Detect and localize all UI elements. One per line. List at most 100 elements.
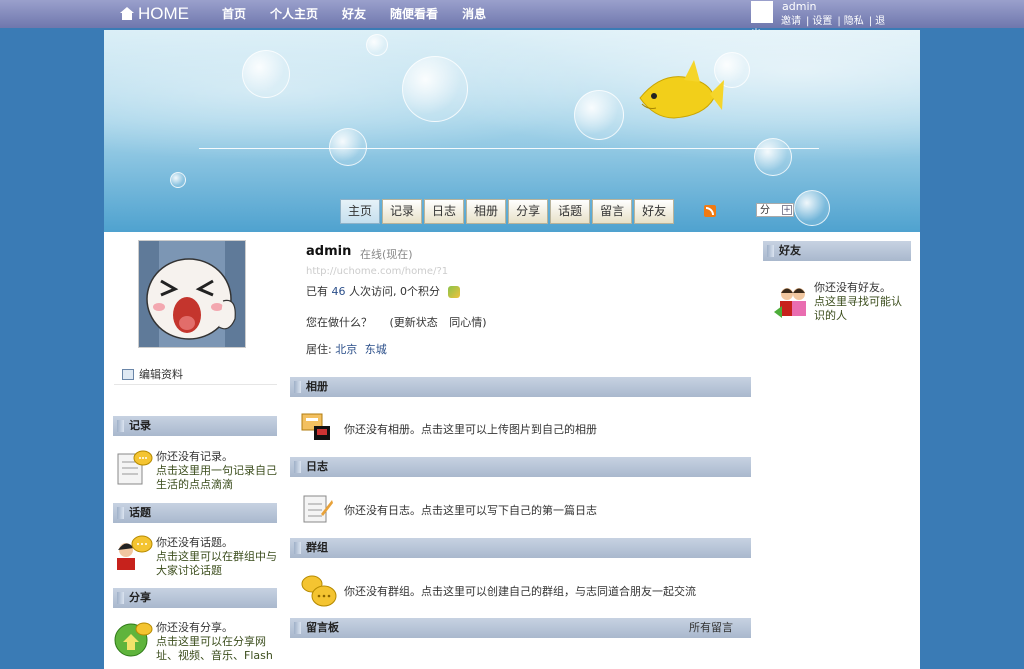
user-avatar[interactable] bbox=[751, 1, 773, 23]
records-add-link-cont[interactable]: 生活的点点滴滴 bbox=[156, 478, 277, 492]
guestbook-title: 留言板 bbox=[306, 621, 339, 634]
profile-avatar[interactable] bbox=[138, 240, 246, 348]
visits-count: 46 bbox=[331, 285, 346, 298]
edit-profile-label: 编辑资料 bbox=[139, 368, 183, 381]
bubble-decoration bbox=[794, 190, 830, 226]
nav-item-home[interactable]: 首页 bbox=[222, 5, 246, 22]
profile-visits: 已有 46 人次访问, 0个积分 bbox=[306, 283, 460, 299]
share-select[interactable]: 分 + bbox=[756, 203, 794, 217]
online-status: 在线(现在) bbox=[360, 248, 413, 261]
logout-link[interactable]: 退 bbox=[875, 16, 885, 27]
blog-header: 日志 bbox=[290, 457, 751, 477]
tab-blog[interactable]: 日志 bbox=[424, 199, 465, 224]
share-label: 分 bbox=[760, 205, 770, 216]
left-divider bbox=[114, 384, 277, 385]
profile-tabs: 主页 记录 日志 相册 分享 话题 留言 好友 bbox=[340, 199, 675, 224]
nav-item-friends[interactable]: 好友 bbox=[342, 5, 366, 22]
topics-empty: 你还没有话题。 点击这里可以在群组中与 大家讨论话题 bbox=[156, 536, 277, 578]
doing-prompt: 您在做什么？ bbox=[306, 316, 372, 329]
share-title: 分享 bbox=[129, 591, 151, 604]
records-icon[interactable] bbox=[115, 448, 153, 486]
topics-icon[interactable] bbox=[114, 534, 154, 572]
home-link[interactable]: HOME bbox=[120, 4, 189, 24]
top-nav: HOME 首页 个人主页 好友 随便看看 消息 admin 邀请 | 设置 | 隐私 | 退 bbox=[0, 0, 1024, 28]
friends-icon[interactable] bbox=[774, 284, 812, 320]
groups-title: 群组 bbox=[306, 541, 328, 554]
nav-item-messages[interactable]: 消息 bbox=[462, 5, 486, 22]
residence-city-link[interactable]: 北京 bbox=[335, 343, 357, 356]
topics-title: 话题 bbox=[129, 506, 151, 519]
tab-share[interactable]: 分享 bbox=[508, 199, 549, 224]
album-title: 相册 bbox=[306, 380, 328, 393]
tab-home[interactable]: 主页 bbox=[340, 199, 381, 224]
blog-empty-link[interactable]: 你还没有日志。点击这里可以写下自己的第一篇日志 bbox=[344, 502, 597, 518]
guestbook-header: 留言板 所有留言 bbox=[290, 618, 751, 638]
share-header: 分享 bbox=[113, 588, 277, 608]
album-header: 相册 bbox=[290, 377, 751, 397]
topics-header: 话题 bbox=[113, 503, 277, 523]
update-status-link[interactable]: (更新状态 bbox=[390, 316, 438, 329]
share-add-link[interactable]: 点击这里可以在分享网 bbox=[156, 635, 273, 649]
residence: 居住: 北京 东城 bbox=[306, 341, 387, 357]
blog-title: 日志 bbox=[306, 460, 328, 473]
visits-prefix: 已有 bbox=[306, 285, 328, 298]
find-friends-link[interactable]: 点这里寻找可能认 bbox=[814, 295, 902, 309]
nav-item-browse[interactable]: 随便看看 bbox=[390, 5, 438, 22]
invite-link[interactable]: 邀请 bbox=[781, 16, 801, 27]
edit-profile-link[interactable]: 编辑资料 bbox=[122, 366, 183, 382]
share-plus-button[interactable]: + bbox=[782, 205, 792, 215]
friends-empty-line: 你还没有好友。 bbox=[814, 281, 891, 294]
profile-banner: 主页 记录 日志 相册 分享 话题 留言 好友 分 + bbox=[104, 30, 920, 232]
edit-profile-icon bbox=[122, 368, 134, 380]
share-empty-line: 你还没有分享。 bbox=[156, 621, 233, 634]
all-messages-link[interactable]: 所有留言 bbox=[689, 618, 733, 638]
album-icon[interactable] bbox=[300, 412, 332, 444]
status-prompt: 您在做什么？ (更新状态 同心情) bbox=[306, 314, 487, 330]
settings-link[interactable]: 设置 bbox=[812, 16, 832, 27]
home-icon bbox=[120, 7, 134, 21]
bubble-decoration bbox=[366, 34, 388, 56]
bubble-decoration bbox=[574, 90, 624, 140]
mood-link[interactable]: 同心情) bbox=[449, 316, 486, 329]
rss-icon[interactable] bbox=[704, 205, 716, 217]
records-empty-line: 你还没有记录。 bbox=[156, 450, 233, 463]
profile-name: admin bbox=[306, 244, 352, 259]
bubble-decoration bbox=[754, 138, 792, 176]
privacy-link[interactable]: 隐私 bbox=[844, 16, 864, 27]
topics-empty-line: 你还没有话题。 bbox=[156, 536, 233, 549]
tab-records[interactable]: 记录 bbox=[382, 199, 423, 224]
points-icon[interactable] bbox=[447, 286, 460, 298]
friends-empty: 你还没有好友。 点这里寻找可能认 识的人 bbox=[814, 281, 902, 323]
blog-icon[interactable] bbox=[301, 492, 333, 524]
topics-add-link-cont[interactable]: 大家讨论话题 bbox=[156, 564, 277, 578]
album-empty-link[interactable]: 你还没有相册。点击这里可以上传图片到自己的相册 bbox=[344, 421, 597, 437]
groups-header: 群组 bbox=[290, 538, 751, 558]
nav-menu: 首页 个人主页 好友 随便看看 消息 bbox=[222, 5, 510, 22]
tab-friends[interactable]: 好友 bbox=[634, 199, 675, 224]
find-friends-link-cont[interactable]: 识的人 bbox=[814, 309, 902, 323]
banner-line bbox=[199, 148, 819, 149]
groups-empty-link[interactable]: 你还没有群组。点击这里可以创建自己的群组，与志同道合朋友一起交流 bbox=[344, 583, 696, 599]
records-add-link[interactable]: 点击这里用一句记录自己 bbox=[156, 464, 277, 478]
residence-label: 居住: bbox=[306, 343, 332, 356]
nav-item-profile[interactable]: 个人主页 bbox=[270, 5, 318, 22]
share-add-link-cont[interactable]: 址、视频、音乐、Flash bbox=[156, 649, 273, 663]
profile-url[interactable]: http://uchome.com/home/?1 bbox=[306, 266, 448, 277]
topics-add-link[interactable]: 点击这里可以在群组中与 bbox=[156, 550, 277, 564]
bubble-decoration bbox=[329, 128, 367, 166]
profile-content: 编辑资料 记录 你还没有记录。 点击这里用一句记录自己 生活的点点滴滴 话题 你… bbox=[104, 232, 920, 669]
tab-album[interactable]: 相册 bbox=[466, 199, 507, 224]
residence-district-link[interactable]: 东城 bbox=[365, 343, 387, 356]
tab-topics[interactable]: 话题 bbox=[550, 199, 591, 224]
share-empty: 你还没有分享。 点击这里可以在分享网 址、视频、音乐、Flash bbox=[156, 621, 273, 663]
share-icon[interactable] bbox=[113, 620, 153, 660]
records-empty: 你还没有记录。 点击这里用一句记录自己 生活的点点滴滴 bbox=[156, 450, 277, 492]
visits-suffix: 人次访问, 0个积分 bbox=[349, 285, 440, 298]
bubble-decoration bbox=[242, 50, 290, 98]
tab-messages[interactable]: 留言 bbox=[592, 199, 633, 224]
records-header: 记录 bbox=[113, 416, 277, 436]
friends-header: 好友 bbox=[763, 241, 911, 261]
fish-icon bbox=[639, 60, 724, 119]
groups-icon[interactable] bbox=[300, 572, 338, 610]
home-label: HOME bbox=[138, 4, 189, 23]
